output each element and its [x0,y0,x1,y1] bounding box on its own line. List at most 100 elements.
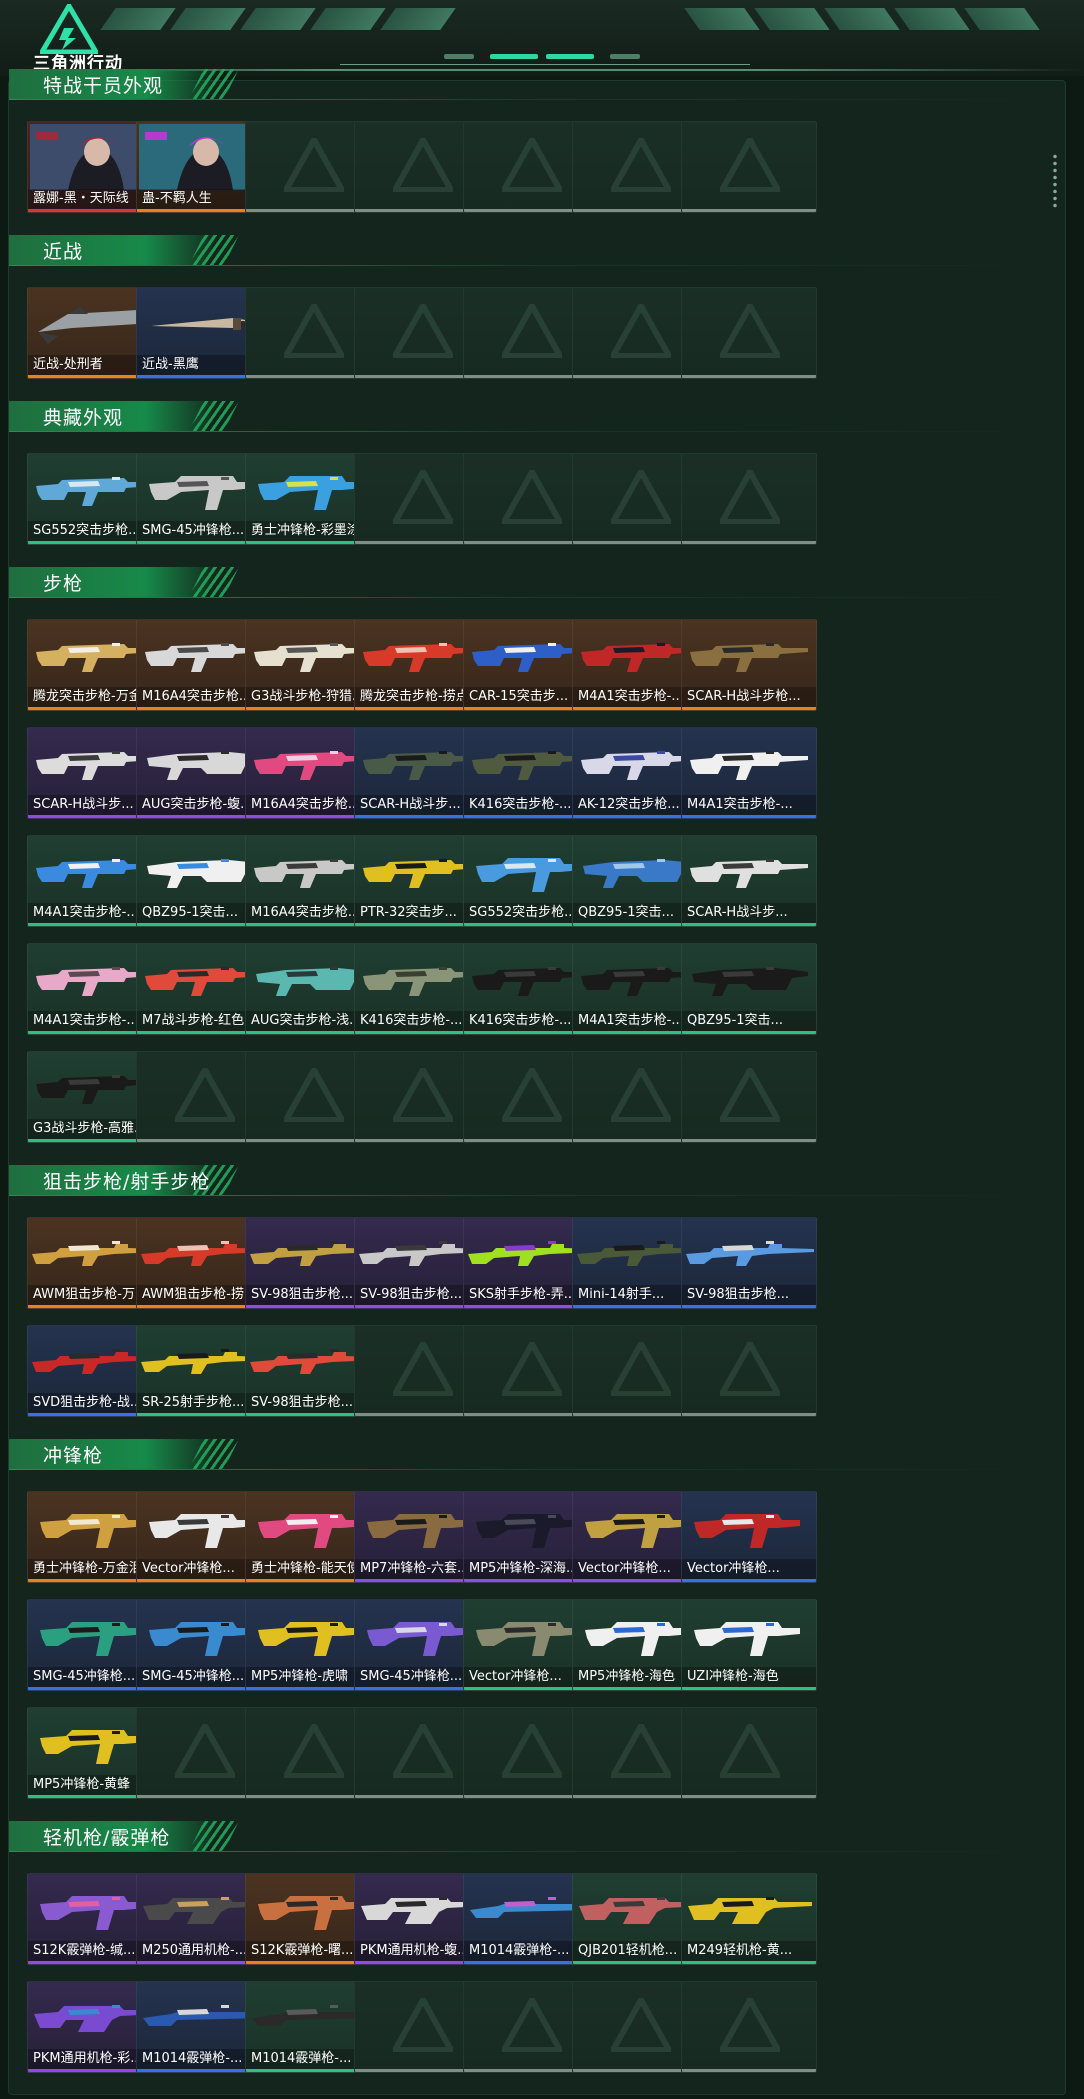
empty-slot-logo-icon [611,470,671,524]
empty-slot-logo-icon [611,1998,671,2052]
header-stripes-right [684,8,1040,30]
item-name: UZI冲锋枪-海色 [682,1667,816,1687]
section-header-operator-skins: 特战干员外观 [9,67,1065,101]
empty-slot [681,453,817,545]
page-indicator-active [490,54,538,59]
empty-slot-logo-icon [502,1068,562,1122]
empty-slot [681,121,817,213]
empty-slot [681,287,817,379]
empty-slot-logo-icon [720,1724,780,1778]
item-tile[interactable]: Vector冲锋枪... [681,1491,817,1583]
section-header-collection-skins: 典藏外观 [9,399,1065,433]
item-artwork [694,1514,800,1548]
empty-slot-logo-icon [611,304,671,358]
item-name: M4A1突击步枪-... [682,795,816,815]
empty-slot-logo-icon [502,138,562,192]
empty-slot-logo-icon [720,304,780,358]
empty-slot [681,1981,817,2073]
item-artwork [688,1897,812,1924]
item-tile[interactable]: M249轻机枪-黄... [681,1873,817,1965]
rarity-bar [682,1961,816,1964]
section-title: 冲锋枪 [43,1444,104,1467]
page-indicator [610,54,640,59]
section-title: 步枪 [43,572,84,595]
empty-slot-logo-icon [502,470,562,524]
empty-slot-logo-icon [720,1068,780,1122]
empty-slot [681,1325,817,1417]
section-header-rifles: 步枪 [9,565,1065,599]
item-name: SCAR-H战斗步枪... [682,687,816,707]
empty-slot-logo-icon [611,138,671,192]
empty-slot-logo-icon [284,304,344,358]
item-name: QBZ95-1突击... [682,1011,816,1031]
section-header-snipers-marksman: 狙击步枪/射手步枪 [9,1163,1065,1197]
section-header-bar [9,1439,219,1469]
collection-panel[interactable]: 特战干员外观 露娜-黑・天际线 蛊-不羁人生 近战 近战-处刑者 近战-黑鹰 典藏外观 SG5… [8,69,1066,2095]
empty-slot-logo-icon [393,1998,453,2052]
section-title: 近战 [43,240,84,263]
empty-slot-logo-icon [393,304,453,358]
item-artwork [686,1241,814,1266]
empty-slot-logo-icon [284,138,344,192]
page-indicator-active [546,54,594,59]
item-tile[interactable]: SV-98狙击步枪... [681,1217,817,1309]
section-divider [9,265,1065,266]
empty-slot-logo-icon [611,1724,671,1778]
rarity-bar [682,815,816,818]
item-artwork [690,751,808,780]
section-divider [9,431,1065,432]
item-artwork [694,1622,800,1656]
scroll-handle[interactable] [1053,153,1057,209]
empty-slot-logo-icon [175,1068,235,1122]
empty-slot-logo-icon [502,304,562,358]
empty-slot-logo-icon [284,1068,344,1122]
item-artwork [690,859,808,888]
section-title: 轻机枪/霰弹枪 [43,1826,171,1849]
empty-slot-logo-icon [502,1998,562,2052]
section-header-melee: 近战 [9,233,1065,267]
section-title: 狙击步枪/射手步枪 [43,1170,211,1193]
item-tile[interactable]: UZI冲锋枪-海色 [681,1599,817,1691]
empty-slot-logo-icon [611,1068,671,1122]
rarity-bar [682,1579,816,1582]
empty-slot-logo-icon [393,470,453,524]
empty-slot-logo-icon [611,1342,671,1396]
section-title: 典藏外观 [43,406,124,429]
empty-slot-logo-icon [284,1724,344,1778]
rarity-bar [682,1305,816,1308]
item-name: Vector冲锋枪... [682,1559,816,1579]
item-tile[interactable]: QBZ95-1突击... [681,943,817,1035]
section-divider [9,1851,1065,1852]
section-divider [9,1469,1065,1470]
item-tile[interactable]: SCAR-H战斗步枪... [681,619,817,711]
section-header-bar [9,235,219,265]
item-tile[interactable]: M4A1突击步枪-... [681,727,817,819]
section-header-bar [9,567,219,597]
empty-slot-logo-icon [502,1724,562,1778]
item-name: SV-98狙击步枪... [682,1285,816,1305]
empty-slot-logo-icon [720,1342,780,1396]
header-stripes-left [100,8,456,30]
empty-slot-logo-icon [393,1068,453,1122]
item-tile[interactable]: SCAR-H战斗步... [681,835,817,927]
section-divider [9,597,1065,598]
empty-slot-logo-icon [720,138,780,192]
header-frame [340,52,750,65]
empty-slot [681,1707,817,1799]
section-header-smgs: 冲锋枪 [9,1437,1065,1471]
empty-slot-logo-icon [175,1724,235,1778]
top-bar: 三角洲行动 [0,0,1084,76]
rarity-bar [682,1031,816,1034]
item-name: SCAR-H战斗步... [682,903,816,923]
section-divider [9,99,1065,100]
rarity-bar [682,707,816,710]
empty-slot-logo-icon [720,1998,780,2052]
delta-logo-icon [40,4,98,54]
empty-slot [681,1051,817,1143]
empty-slot-logo-icon [502,1342,562,1396]
empty-slot-logo-icon [393,1342,453,1396]
section-divider [9,1195,1065,1196]
empty-slot-logo-icon [720,470,780,524]
rarity-bar [682,1687,816,1690]
rarity-bar [682,923,816,926]
